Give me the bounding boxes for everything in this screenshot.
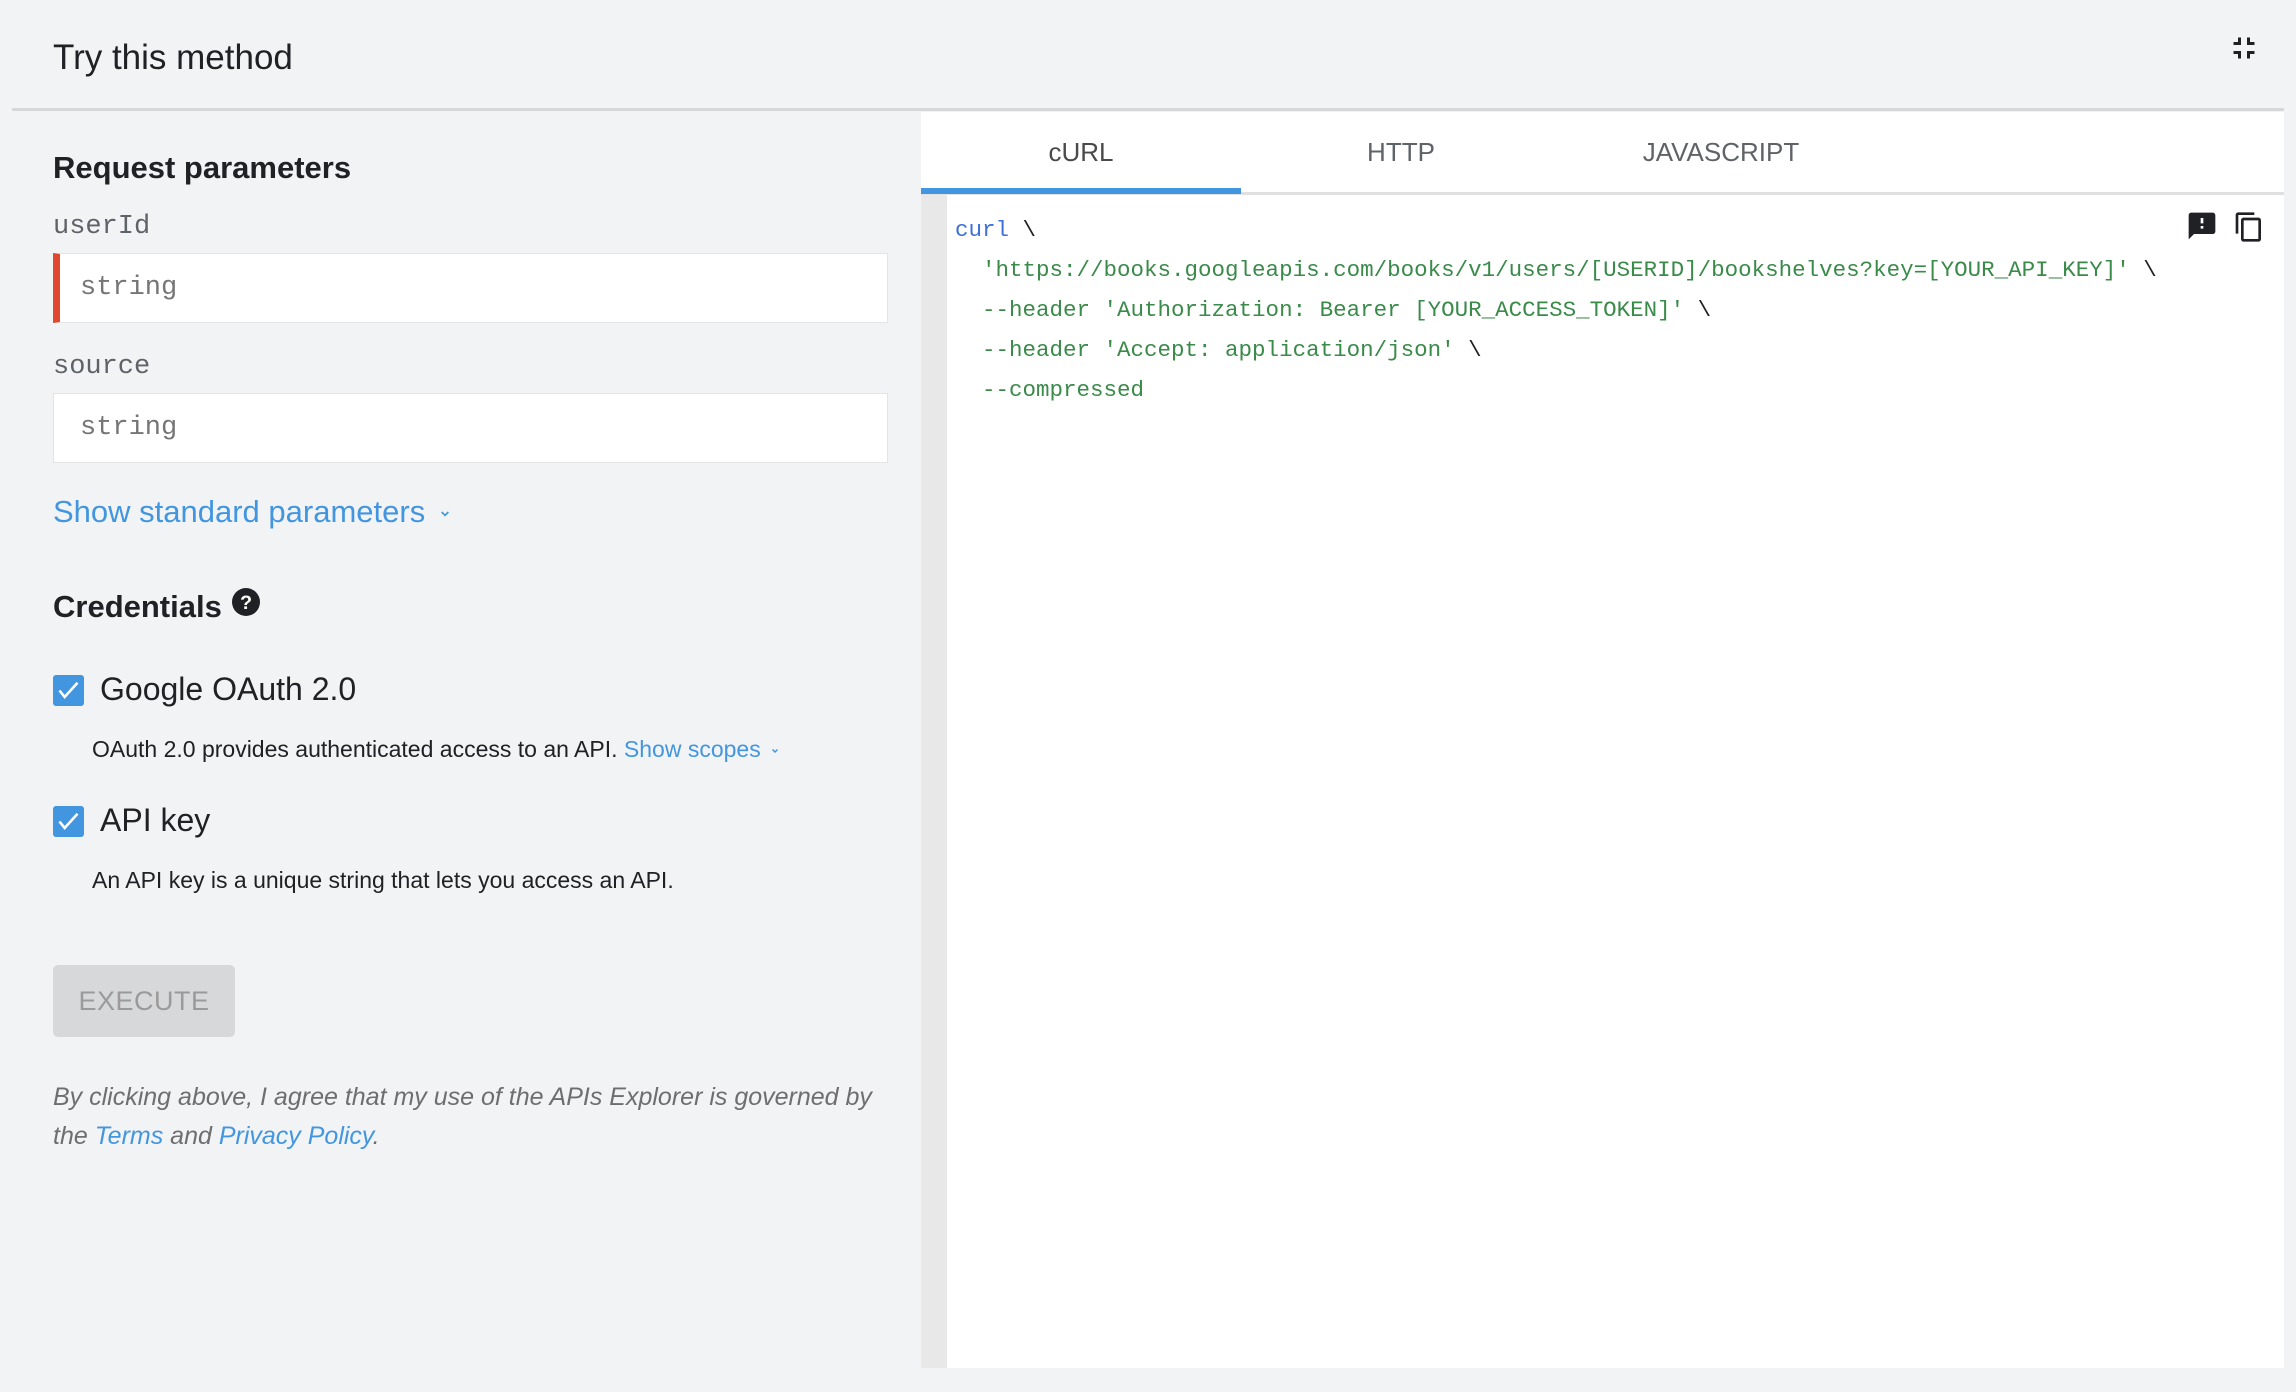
oauth-label: Google OAuth 2.0 bbox=[100, 671, 357, 707]
userid-label: userId bbox=[53, 212, 151, 242]
code-line: --header 'Accept: application/json' \ bbox=[955, 330, 2157, 370]
privacy-policy-link[interactable]: Privacy Policy bbox=[219, 1122, 373, 1150]
code-text: --header 'Accept: application/json' bbox=[982, 337, 1455, 363]
request-parameters-heading: Request parameters bbox=[53, 150, 352, 185]
svg-text:?: ? bbox=[240, 592, 252, 614]
execute-button[interactable]: EXECUTE bbox=[53, 965, 235, 1037]
code-text: --header 'Authorization: Bearer [YOUR_AC… bbox=[982, 297, 1685, 323]
terms-link[interactable]: Terms bbox=[95, 1122, 164, 1150]
code-text: --compressed bbox=[982, 377, 1145, 403]
oauth-desc-text: OAuth 2.0 provides authenticated access … bbox=[92, 736, 618, 762]
oauth-description: OAuth 2.0 provides authenticated access … bbox=[92, 736, 783, 763]
code-panel: cURL HTTP JAVASCRIPT curl \ 'https://boo… bbox=[921, 112, 2284, 1368]
code-cmd: curl bbox=[955, 217, 1010, 243]
disclaimer-period: . bbox=[372, 1122, 380, 1150]
feedback-icon[interactable] bbox=[2186, 210, 2218, 242]
show-scopes-link[interactable]: Show scopes bbox=[624, 736, 783, 762]
copy-icon[interactable] bbox=[2233, 210, 2265, 244]
code-line: --compressed bbox=[955, 370, 2157, 410]
help-circle-icon[interactable]: ? bbox=[232, 588, 260, 616]
code-continuation: \ bbox=[1009, 217, 1037, 243]
code-line: curl \ bbox=[955, 210, 2157, 250]
tab-curl[interactable]: cURL bbox=[921, 112, 1241, 192]
tab-javascript[interactable]: JAVASCRIPT bbox=[1561, 112, 1881, 192]
userid-input[interactable] bbox=[53, 253, 888, 323]
code-continuation: \ bbox=[2129, 257, 2157, 283]
api-key-label: API key bbox=[100, 802, 211, 838]
check-icon bbox=[58, 812, 79, 830]
source-input[interactable] bbox=[53, 393, 888, 463]
oauth-checkbox[interactable] bbox=[53, 675, 84, 706]
show-standard-label: Show standard parameters bbox=[53, 494, 426, 529]
code-continuation: \ bbox=[1684, 297, 1712, 323]
fullscreen-exit-icon[interactable] bbox=[2226, 30, 2262, 66]
code-gutter bbox=[921, 195, 947, 1368]
code-line: 'https://books.googleapis.com/books/v1/u… bbox=[955, 250, 2157, 290]
chevron-down-icon bbox=[440, 511, 449, 517]
code-block: curl \ 'https://books.googleapis.com/boo… bbox=[955, 210, 2157, 410]
code-line: --header 'Authorization: Bearer [YOUR_AC… bbox=[955, 290, 2157, 330]
header-divider bbox=[12, 108, 2284, 111]
credentials-heading: Credentials bbox=[53, 589, 222, 624]
code-text: 'https://books.googleapis.com/books/v1/u… bbox=[982, 257, 2130, 283]
check-icon bbox=[58, 681, 79, 699]
api-key-description: An API key is a unique string that lets … bbox=[92, 867, 674, 893]
api-key-checkbox[interactable] bbox=[53, 806, 84, 837]
show-standard-parameters-link[interactable]: Show standard parameters bbox=[53, 494, 456, 530]
active-tab-indicator bbox=[921, 188, 1241, 194]
chevron-down-icon bbox=[772, 748, 779, 754]
tab-http[interactable]: HTTP bbox=[1241, 112, 1561, 192]
source-label: source bbox=[53, 352, 151, 382]
code-continuation: \ bbox=[1454, 337, 1482, 363]
disclaimer-and: and bbox=[163, 1122, 219, 1150]
page-title: Try this method bbox=[53, 38, 293, 77]
show-scopes-label: Show scopes bbox=[623, 736, 761, 762]
disclaimer: By clicking above, I agree that my use o… bbox=[53, 1078, 893, 1156]
